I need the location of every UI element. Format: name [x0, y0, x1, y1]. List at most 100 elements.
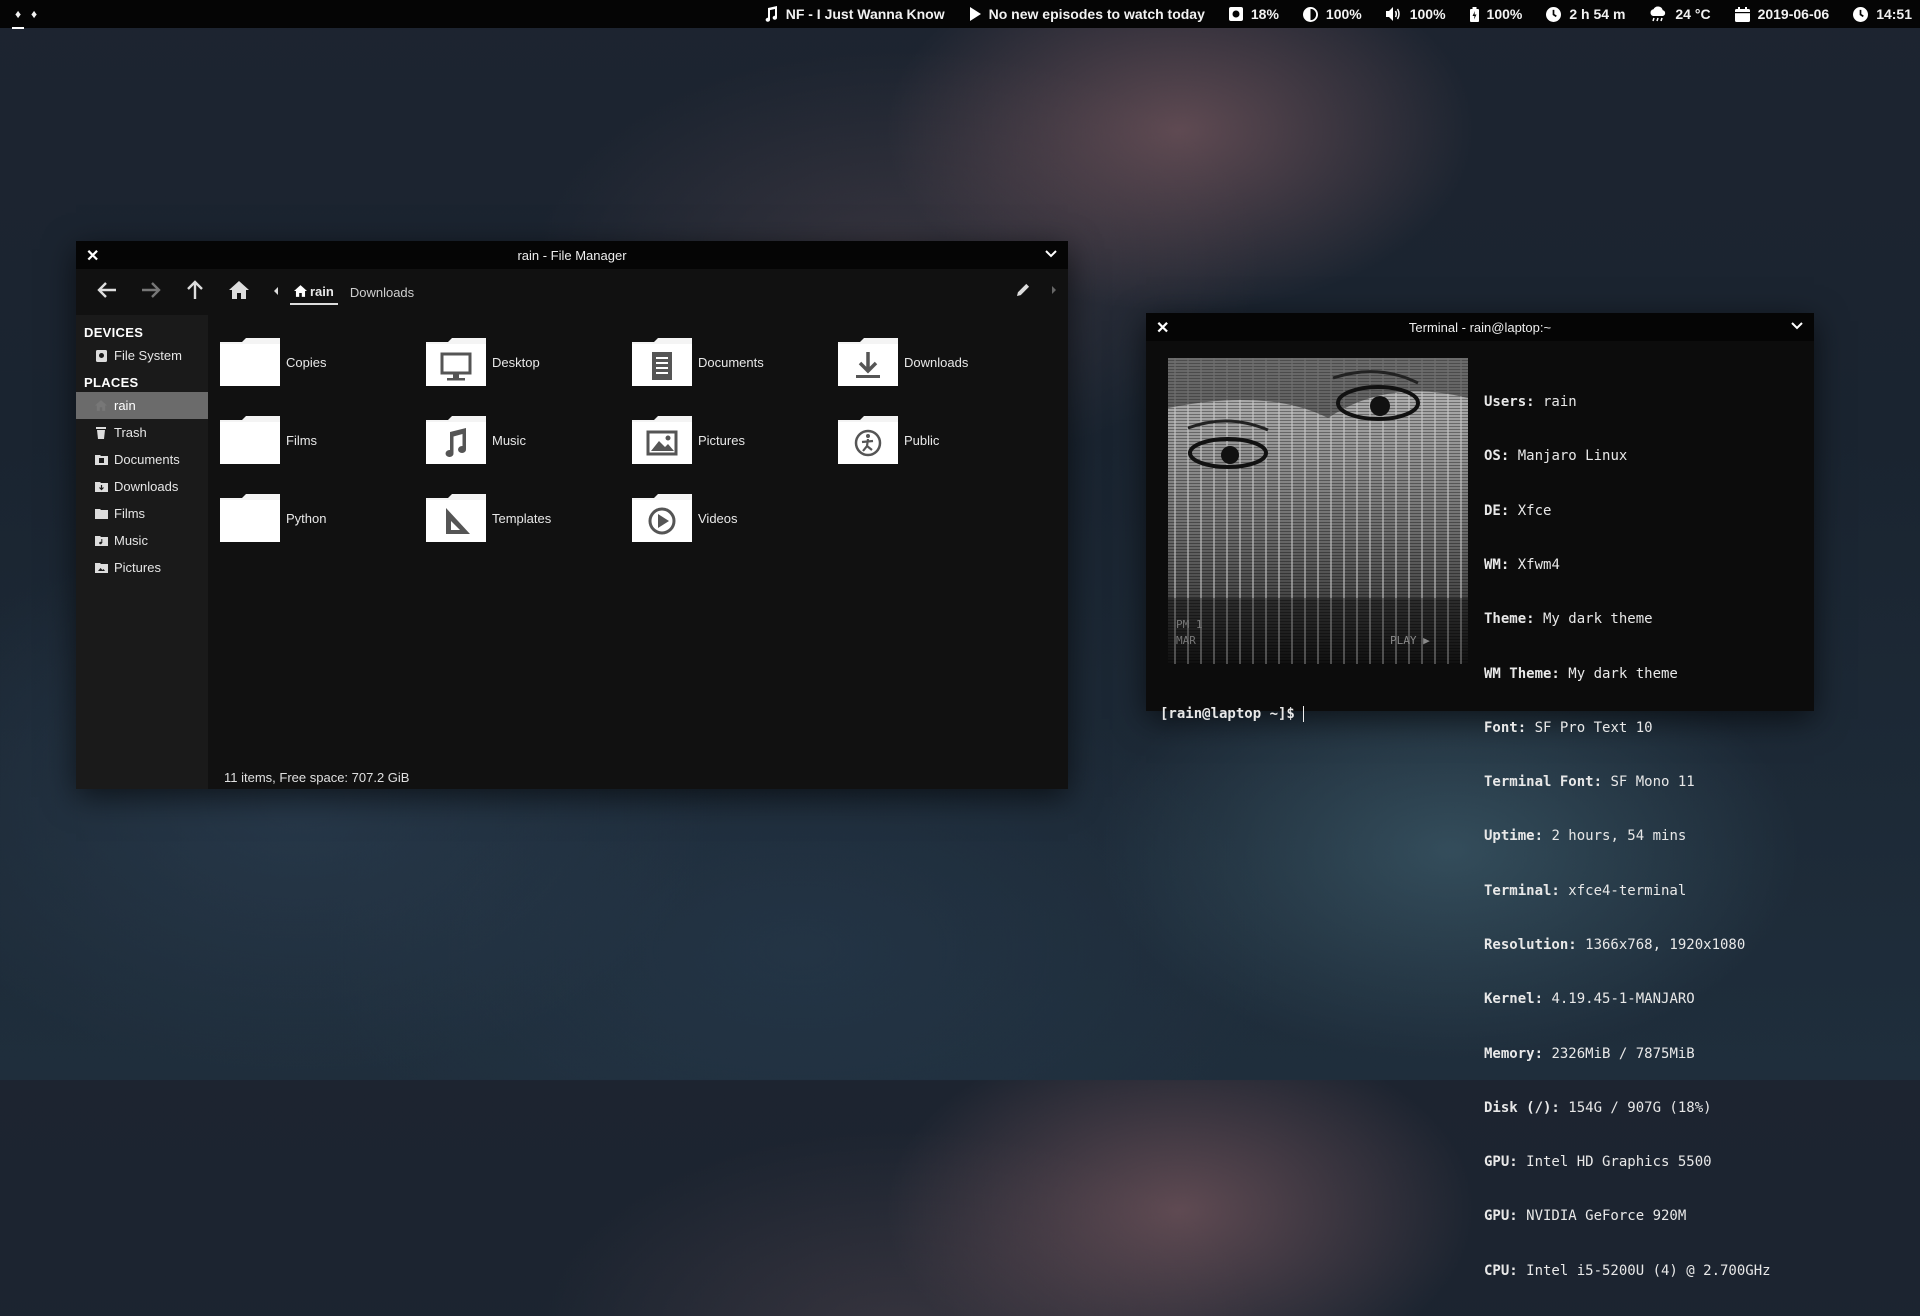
chevron-left-icon[interactable]	[272, 285, 280, 300]
breadcrumb-home[interactable]: rain	[290, 280, 338, 305]
workspace-1[interactable]: ♦	[10, 7, 26, 29]
folder-public-icon	[838, 416, 898, 464]
brightness-indicator[interactable]: 100%	[1302, 6, 1362, 22]
breadcrumb-home-label: rain	[310, 283, 334, 299]
chevron-right-icon[interactable]	[1050, 283, 1058, 301]
status-bar: 11 items, Free space: 707.2 GiB	[224, 770, 410, 785]
edit-location-button[interactable]	[1017, 283, 1030, 301]
terminal-body[interactable]: PM 1 MAR PLAY ▶ Users: rain OS: Manjaro …	[1146, 341, 1814, 1279]
folder-item-music[interactable]: Music	[426, 401, 632, 479]
folder-name: Desktop	[492, 354, 540, 370]
brightness-value: 100%	[1325, 6, 1362, 22]
folder-downloads-icon	[94, 481, 108, 492]
cpu-indicator[interactable]: 18%	[1228, 6, 1279, 22]
arrow-up-icon	[186, 279, 204, 305]
prompt-text: [rain@laptop ~]$	[1160, 706, 1295, 722]
up-button[interactable]	[178, 275, 212, 309]
back-button[interactable]	[90, 275, 124, 309]
folder-item-downloads[interactable]: Downloads	[838, 323, 1044, 401]
folder-icon	[220, 416, 280, 464]
folder-name: Public	[904, 432, 940, 448]
time-value: 14:51	[1876, 6, 1912, 22]
arrow-left-icon	[97, 281, 117, 304]
art-overlay-top: PM 1	[1176, 618, 1203, 631]
folder-documents-icon	[632, 338, 692, 386]
breadcrumb-downloads[interactable]: Downloads	[350, 285, 414, 300]
trash-icon	[94, 426, 108, 439]
folder-pictures-icon	[632, 416, 692, 464]
folder-documents-icon	[94, 454, 108, 465]
info-row: WM: Xfwm4	[1484, 557, 1560, 574]
forward-button[interactable]	[134, 275, 168, 309]
date-indicator[interactable]: 2019-06-06	[1734, 6, 1830, 22]
info-row: Theme: My dark theme	[1484, 611, 1653, 628]
date-value: 2019-06-06	[1757, 6, 1830, 22]
file-manager-window: ✕ rain - File Manager rain Downloads DEV…	[76, 241, 1068, 789]
folder-name: Pictures	[698, 432, 745, 448]
sidebar-item-films[interactable]: Films	[76, 500, 208, 527]
folder-item-films[interactable]: Films	[220, 401, 426, 479]
folder-item-desktop[interactable]: Desktop	[426, 323, 632, 401]
art-overlay-play: PLAY ▶	[1390, 634, 1430, 647]
folder-desktop-icon	[426, 338, 486, 386]
weather-indicator[interactable]: 24 °C	[1649, 6, 1711, 22]
sidebar-item-file-system[interactable]: File System	[76, 342, 208, 369]
terminal-prompt[interactable]: [rain@laptop ~]$	[1160, 706, 1304, 722]
home-button[interactable]	[222, 275, 256, 309]
folder-icon	[220, 494, 280, 542]
file-manager-titlebar[interactable]: ✕ rain - File Manager	[76, 241, 1068, 269]
episodes-indicator[interactable]: No new episodes to watch today	[969, 6, 1205, 22]
cloud-rain-icon	[1649, 6, 1667, 22]
folder-music-icon	[94, 535, 108, 546]
drive-icon	[94, 349, 108, 362]
window-title: Terminal - rain@laptop:~	[1408, 319, 1552, 335]
places-header: PLACES	[84, 375, 139, 390]
workspace-switcher[interactable]: ♦ ♦	[10, 0, 42, 29]
chevron-down-icon[interactable]	[1790, 319, 1804, 334]
music-note-icon	[764, 6, 778, 22]
folder-name: Python	[286, 510, 327, 526]
folder-item-public[interactable]: Public	[838, 401, 1044, 479]
close-icon[interactable]: ✕	[86, 246, 99, 266]
folder-item-python[interactable]: Python	[220, 479, 426, 557]
folder-item-copies[interactable]: Copies	[220, 323, 426, 401]
clock-indicator[interactable]: 14:51	[1853, 6, 1912, 22]
battery-indicator[interactable]: 100%	[1469, 6, 1522, 22]
volume-indicator[interactable]: 100%	[1385, 6, 1446, 22]
folder-downloads-icon	[838, 338, 898, 386]
art-overlay-bottom: MAR	[1176, 634, 1196, 647]
text-cursor	[1302, 706, 1304, 722]
sidebar-item-music[interactable]: Music	[76, 527, 208, 554]
clock-icon	[1546, 6, 1562, 22]
folder-item-videos[interactable]: Videos	[632, 479, 838, 557]
info-row: Terminal Font: SF Mono 11	[1484, 774, 1695, 791]
workspace-2[interactable]: ♦	[26, 7, 42, 21]
terminal-titlebar[interactable]: ✕ Terminal - rain@laptop:~	[1146, 313, 1814, 341]
info-row: Font: SF Pro Text 10	[1484, 719, 1653, 736]
system-info: Users: rain OS: Manjaro Linux DE: Xfce W…	[1484, 357, 1771, 1316]
sidebar-item-documents[interactable]: Documents	[76, 446, 208, 473]
folder-templates-icon	[426, 494, 486, 542]
play-icon	[969, 7, 981, 21]
sidebar-item-downloads[interactable]: Downloads	[76, 473, 208, 500]
episodes-text: No new episodes to watch today	[988, 6, 1205, 22]
folder-item-templates[interactable]: Templates	[426, 479, 632, 557]
devices-header: DEVICES	[84, 325, 144, 340]
sidebar: DEVICES File System PLACES rain Trash Do…	[76, 315, 208, 789]
info-row: Disk (/): 154G / 907G (18%)	[1484, 1099, 1712, 1116]
music-indicator[interactable]: NF - I Just Wanna Know	[764, 6, 945, 22]
chevron-down-icon[interactable]	[1044, 247, 1058, 262]
folder-item-documents[interactable]: Documents	[632, 323, 838, 401]
sidebar-item-trash[interactable]: Trash	[76, 419, 208, 446]
folder-music-icon	[426, 416, 486, 464]
info-row: GPU: NVIDIA GeForce 920M	[1484, 1208, 1687, 1225]
sidebar-item-rain[interactable]: rain	[76, 392, 208, 419]
close-icon[interactable]: ✕	[1156, 318, 1169, 338]
sidebar-item-pictures[interactable]: Pictures	[76, 554, 208, 581]
folder-item-pictures[interactable]: Pictures	[632, 401, 838, 479]
pencil-icon	[1017, 283, 1030, 296]
uptime-indicator[interactable]: 2 h 54 m	[1546, 6, 1625, 22]
info-row: GPU: Intel HD Graphics 5500	[1484, 1154, 1712, 1171]
sidebar-item-label: Downloads	[114, 479, 179, 494]
file-view[interactable]: Copies Desktop Documents Downloads Films	[208, 315, 1068, 789]
